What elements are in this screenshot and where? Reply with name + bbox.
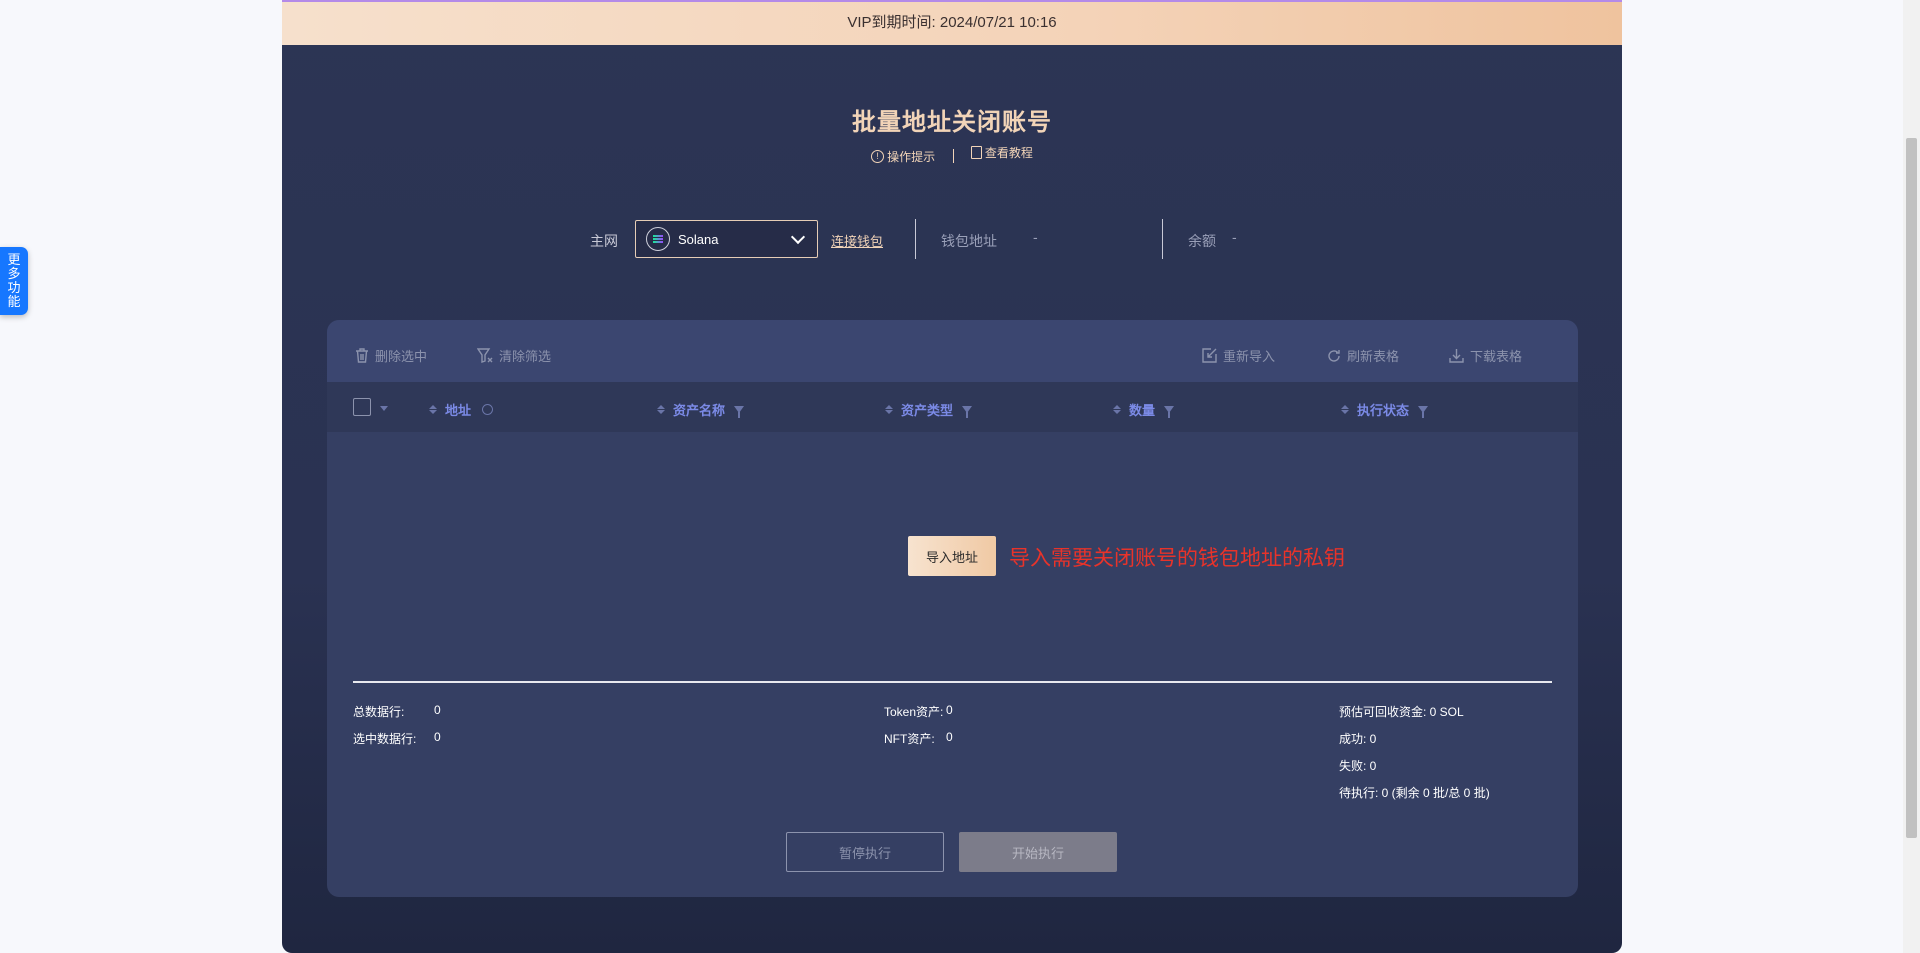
link-divider — [952, 148, 954, 163]
total-rows-value: 0 — [434, 703, 441, 717]
token-assets-value: 0 — [946, 703, 953, 717]
tutorial-label: 查看教程 — [984, 146, 1033, 160]
refresh-label: 刷新表格 — [1347, 349, 1400, 364]
balance-label: 余额 — [1188, 233, 1216, 249]
select-all-checkbox[interactable] — [353, 398, 371, 416]
column-address[interactable]: 地址 — [429, 400, 494, 419]
recoverable-funds: 预估可回收资金: 0 SOL — [1339, 705, 1464, 719]
tips-link[interactable]: ! 操作提示 — [871, 148, 935, 165]
reimport-button[interactable]: 重新导入 — [1202, 346, 1275, 365]
scrollbar-thumb[interactable] — [1906, 138, 1917, 838]
filter-icon[interactable] — [734, 406, 745, 418]
table-toolbar: 删除选中 清除筛选 重新导入 刷新表格 下载表格 — [327, 320, 1578, 382]
scrollbar[interactable] — [1903, 0, 1920, 953]
chevron-down-icon — [790, 229, 806, 245]
success-count: 成功: 0 — [1339, 732, 1377, 746]
page-title: 批量地址关闭账号 — [852, 109, 1052, 136]
connect-wallet-link[interactable]: 连接钱包 — [831, 231, 883, 250]
column-status-label: 执行状态 — [1357, 403, 1410, 418]
vip-expiry-bar: VIP到期时间: 2024/07/21 10:16 — [282, 0, 1622, 45]
column-asset-name-label: 资产名称 — [673, 403, 726, 418]
tutorial-link[interactable]: 查看教程 — [970, 144, 1033, 161]
sort-icon[interactable] — [1341, 405, 1349, 414]
token-assets-label: Token资产: — [884, 705, 944, 719]
table-header: 地址 资产名称 资产类型 数量 执行状态 — [327, 382, 1578, 432]
download-table-button[interactable]: 下载表格 — [1449, 346, 1522, 365]
document-icon — [970, 146, 982, 159]
more-features-label: 更多功能 — [7, 252, 21, 309]
download-icon — [1449, 349, 1464, 363]
network-select[interactable]: Solana — [635, 220, 818, 258]
divider — [915, 219, 916, 259]
info-icon: ! — [871, 150, 885, 163]
tips-label: 操作提示 — [887, 150, 936, 164]
column-asset-type-label: 资产类型 — [901, 403, 954, 418]
import-hint: 导入需要关闭账号的钱包地址的私钥 — [1009, 547, 1345, 570]
header-links: ! 操作提示 查看教程 — [282, 144, 1622, 165]
search-icon[interactable] — [482, 404, 494, 415]
sort-icon[interactable] — [657, 405, 665, 414]
clear-filter-icon — [477, 348, 493, 363]
sort-icon[interactable] — [885, 405, 893, 414]
filter-icon[interactable] — [962, 406, 973, 418]
column-status[interactable]: 执行状态 — [1341, 400, 1429, 419]
network-label: 主网 — [590, 233, 618, 249]
refresh-icon — [1328, 349, 1340, 362]
column-asset-type[interactable]: 资产类型 — [885, 400, 973, 419]
selected-rows-label: 选中数据行: — [353, 732, 417, 746]
balance-value: - — [1232, 229, 1237, 245]
table-card: 删除选中 清除筛选 重新导入 刷新表格 下载表格 地址 资产名称 资产类型 数量… — [327, 320, 1578, 897]
delete-selected-button[interactable]: 删除选中 — [355, 346, 427, 365]
total-rows-label: 总数据行: — [353, 705, 405, 719]
column-address-label: 地址 — [445, 403, 472, 418]
filter-icon[interactable] — [1164, 406, 1175, 418]
pause-button[interactable]: 暂停执行 — [786, 832, 944, 872]
reimport-label: 重新导入 — [1223, 349, 1276, 364]
trash-icon — [356, 348, 368, 363]
more-features-tab[interactable]: 更多功能 — [0, 247, 28, 315]
start-button[interactable]: 开始执行 — [959, 832, 1117, 872]
filter-icon[interactable] — [1418, 406, 1429, 418]
network-selected: Solana — [678, 231, 719, 247]
sort-icon[interactable] — [1113, 405, 1121, 414]
import-icon — [1202, 348, 1217, 363]
delete-selected-label: 删除选中 — [375, 349, 428, 364]
sort-icon[interactable] — [429, 405, 437, 414]
import-address-button[interactable]: 导入地址 — [908, 536, 996, 576]
selected-rows-value: 0 — [434, 730, 441, 744]
clear-filter-button[interactable]: 清除筛选 — [477, 346, 551, 365]
nft-assets-value: 0 — [946, 730, 953, 744]
failed-count: 失败: 0 — [1339, 759, 1377, 773]
pending-count: 待执行: 0 (剩余 0 批/总 0 批) — [1339, 786, 1490, 800]
column-quantity-label: 数量 — [1129, 403, 1156, 418]
divider — [1162, 219, 1163, 259]
wallet-address-label: 钱包地址 — [941, 233, 997, 249]
divider — [353, 681, 1552, 683]
download-label: 下载表格 — [1470, 349, 1523, 364]
column-quantity[interactable]: 数量 — [1113, 400, 1175, 419]
nft-assets-label: NFT资产: — [884, 732, 935, 746]
solana-icon — [646, 227, 670, 251]
select-dropdown-icon[interactable] — [380, 406, 388, 411]
wallet-address-value: - — [1033, 229, 1038, 245]
column-asset-name[interactable]: 资产名称 — [657, 400, 745, 419]
clear-filter-label: 清除筛选 — [499, 349, 552, 364]
main-panel: VIP到期时间: 2024/07/21 10:16 批量地址关闭账号 ! 操作提… — [282, 0, 1622, 953]
refresh-table-button[interactable]: 刷新表格 — [1327, 346, 1399, 365]
